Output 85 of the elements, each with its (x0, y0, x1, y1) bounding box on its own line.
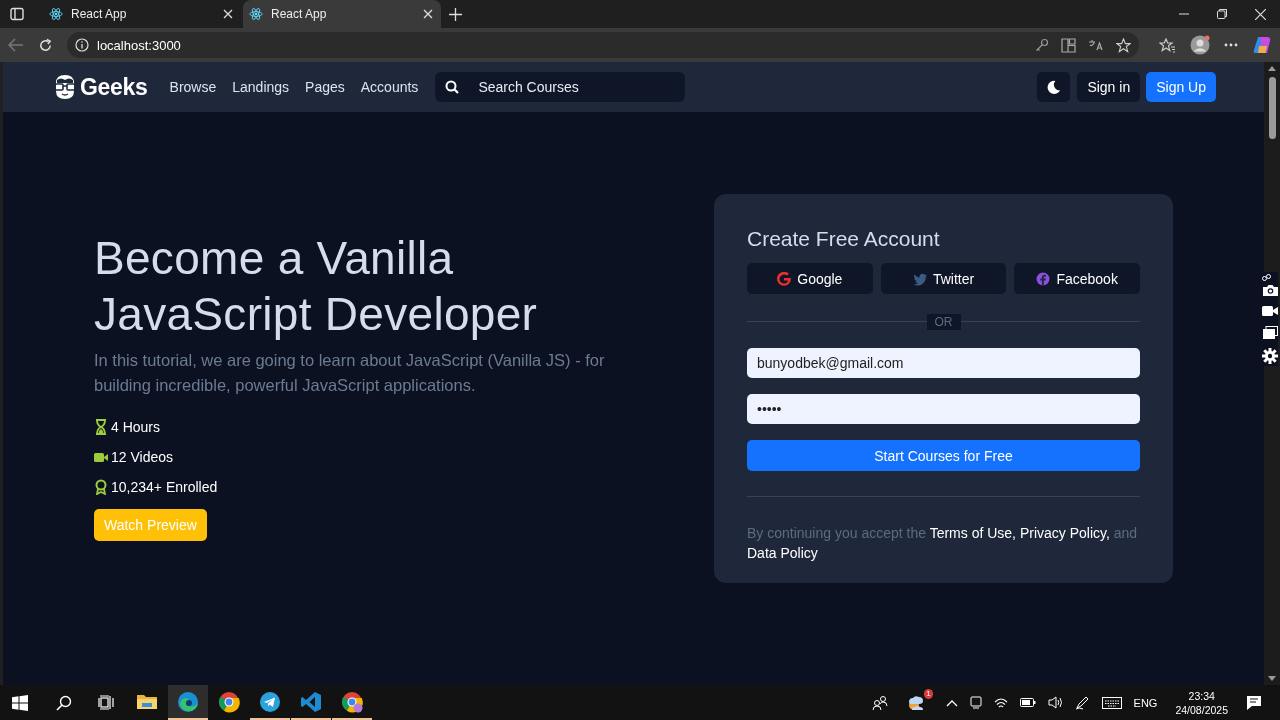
chrome-icon (341, 690, 363, 713)
keyboard-icon[interactable] (1101, 696, 1122, 709)
award-icon (94, 479, 108, 495)
react-icon (249, 7, 263, 21)
windows-icon[interactable] (1262, 326, 1278, 339)
brand-logo[interactable]: Geeks (53, 73, 148, 101)
search-field[interactable]: Search Courses (435, 72, 686, 102)
new-tab-icon[interactable] (449, 7, 462, 21)
favorites-icon[interactable] (1159, 37, 1176, 53)
edge-icon (177, 690, 199, 713)
tab-title: React App (71, 7, 128, 21)
vscode-icon (300, 690, 322, 713)
sign-in-button[interactable]: Sign in (1077, 72, 1141, 102)
geek-face-icon (53, 74, 77, 100)
close-icon[interactable] (223, 9, 233, 19)
windows-start-icon[interactable] (12, 694, 28, 711)
battery-icon[interactable] (1019, 698, 1036, 707)
nav-link[interactable]: Landings (224, 79, 298, 95)
more-icon[interactable] (1224, 43, 1238, 47)
apps-icon[interactable] (1061, 37, 1076, 53)
password-field[interactable]: ••••• (747, 394, 1140, 424)
hourglass-icon (94, 419, 108, 435)
social-login-button[interactable]: Google (747, 263, 873, 294)
start-courses-button[interactable]: Start Courses for Free (747, 440, 1140, 471)
policy-link[interactable]: Data Policy (747, 545, 818, 561)
notification-badge: 1 (924, 688, 933, 699)
clock-time[interactable]: 23:34 (1188, 688, 1215, 703)
address-bar[interactable]: localhost:3000 (67, 32, 1139, 58)
volume-icon[interactable] (1047, 696, 1063, 709)
tab-title: React App (271, 7, 328, 21)
google-icon (777, 271, 792, 286)
address-text: localhost:3000 (97, 37, 181, 53)
feature-text: 10,234+ Enrolled (111, 479, 218, 495)
search-icon[interactable] (56, 694, 72, 711)
chevron-up-icon[interactable] (945, 698, 958, 707)
legal-text: By continuing you accept the Terms of Use, Privacy Policy, and Data Policy (747, 524, 1139, 563)
back-icon[interactable] (8, 38, 24, 52)
info-icon (75, 38, 89, 52)
people-icon[interactable] (871, 694, 888, 711)
task-view-icon[interactable] (98, 695, 115, 710)
moon-icon (1046, 79, 1062, 95)
feature-text: 12 Videos (111, 449, 173, 465)
avatar-icon[interactable] (1190, 35, 1210, 55)
hero-title: Become a Vanilla JavaScript Developer (94, 231, 539, 342)
wifi-icon[interactable] (993, 696, 1008, 709)
clock-date[interactable]: 24/08/2025 (1175, 702, 1228, 717)
translate-icon[interactable] (1088, 38, 1104, 52)
taskbar-app-button[interactable] (168, 685, 208, 720)
close-icon[interactable] (423, 9, 433, 19)
pen-icon[interactable] (1074, 695, 1090, 710)
feature-text: 4 Hours (111, 419, 161, 435)
settings-icon[interactable] (1262, 348, 1278, 364)
theme-toggle-button[interactable] (1037, 72, 1071, 102)
link-icon[interactable] (1262, 274, 1271, 281)
divider-label: OR (926, 313, 961, 330)
restore-icon[interactable] (1217, 9, 1227, 19)
facebook-icon (1036, 271, 1051, 286)
nav-link[interactable]: Browse (161, 79, 225, 95)
reload-icon[interactable] (38, 37, 53, 53)
telegram-icon (259, 690, 281, 713)
browser-tab[interactable]: React App (243, 0, 441, 28)
camera-icon[interactable] (1262, 284, 1278, 296)
video-icon[interactable] (1262, 305, 1278, 317)
notifications-icon[interactable] (1246, 694, 1262, 711)
hero-description: In this tutorial, we are going to learn about JavaScript (Vanilla JS) - for building incredible, powerful JavaScript applications. (94, 350, 606, 396)
nav-link[interactable]: Accounts (352, 79, 427, 95)
browser-tab[interactable]: React App (43, 0, 241, 28)
copilot-icon[interactable] (1252, 35, 1272, 55)
chrome-icon (218, 690, 240, 713)
star-icon[interactable] (1116, 37, 1131, 53)
meet-icon[interactable] (969, 696, 982, 709)
nav-link[interactable]: Pages (297, 79, 353, 95)
key-icon[interactable] (1035, 38, 1049, 52)
react-icon (49, 7, 63, 21)
bird-icon (912, 271, 927, 286)
card-title: Create Free Account (747, 227, 941, 251)
sign-up-button[interactable]: Sign Up (1146, 72, 1216, 102)
policy-link[interactable]: Terms of Use, Privacy Policy, (929, 525, 1110, 541)
close-icon[interactable] (1255, 8, 1266, 20)
social-login-button[interactable]: Twitter (880, 263, 1007, 294)
tab-actions-icon[interactable] (10, 7, 24, 21)
search-icon (445, 80, 460, 94)
language-indicator[interactable]: ENG (1133, 696, 1158, 709)
email-field[interactable]: bunyodbek@gmail.com (747, 348, 1140, 378)
social-login-button[interactable]: Facebook (1014, 263, 1140, 294)
